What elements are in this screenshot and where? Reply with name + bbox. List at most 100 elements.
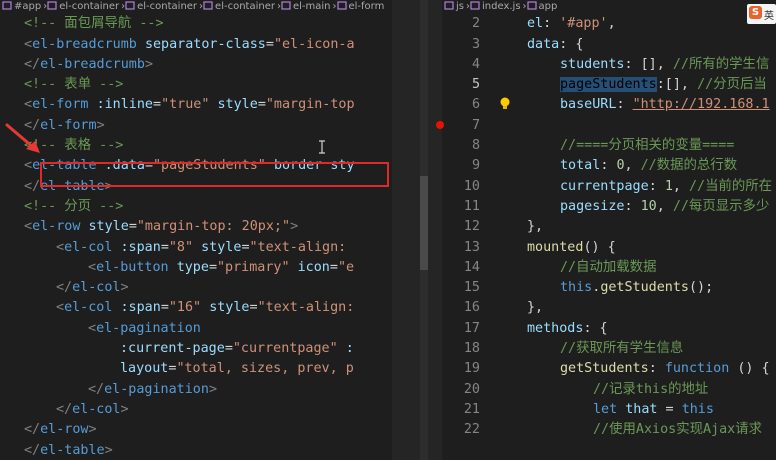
code-token: = (160, 239, 169, 255)
breadcrumb-item[interactable]: el-container (125, 0, 197, 14)
breadcrumb-item[interactable]: el-container (47, 0, 119, 14)
code-line[interactable]: </el-pagination> (0, 380, 392, 400)
line-number: 13 (463, 239, 480, 255)
code-token: currentpage (560, 178, 649, 194)
right-editor-pane[interactable]: 1const app = new Vue({2el: '#app',3data:… (442, 0, 776, 460)
code-line[interactable]: <!-- 表单 --> (0, 75, 392, 95)
ime-toolbar[interactable]: S 英 (747, 4, 776, 24)
code-line[interactable]: 10 currentpage: 1, //当前的所在 (442, 177, 776, 197)
left-editor-pane[interactable]: < el-main > <!-- 面包屑导航 --><el-breadcrumb se… (0, 0, 392, 460)
code-token: </ (56, 401, 73, 417)
left-code-area[interactable]: < el-main > <!-- 面包屑导航 --><el-breadcrumb se… (0, 0, 392, 460)
line-number: 14 (463, 259, 480, 275)
code-line[interactable]: 21 let that = this (442, 400, 776, 420)
element-tag-icon (2, 1, 12, 10)
code-line[interactable]: 17 methods: { (442, 319, 776, 339)
code-token: :span (120, 239, 161, 255)
code-line[interactable]: 14 //自动加载数据 (442, 258, 776, 278)
code-line[interactable]: <!-- 表格 --> (0, 136, 392, 156)
code-token: total (560, 158, 601, 174)
code-line[interactable]: layout="total, sizes, prev, p (0, 359, 392, 379)
code-line[interactable]: 13 mounted() { (442, 238, 776, 258)
ime-language-label[interactable]: 英 (764, 7, 774, 22)
code-line[interactable]: :current-page="currentpage" : (0, 339, 392, 359)
code-token: this (681, 401, 714, 417)
breadcrumb-item[interactable]: index.js (470, 0, 521, 14)
code-line[interactable]: 4 students: [], //所有的学生信 (442, 55, 776, 75)
code-line[interactable]: 11 pagesize: 10, //每页显示多少 (442, 197, 776, 217)
code-token: "currentpage" (232, 341, 338, 357)
code-token: el-form (40, 117, 97, 133)
code-token: < (88, 320, 97, 336)
code-line[interactable]: 2 el: '#app', (442, 14, 776, 34)
code-token: : { (559, 36, 584, 52)
code-line[interactable]: </el-col> (0, 400, 392, 420)
code-line[interactable]: <el-col :span="16" style="text-align: (0, 298, 392, 318)
code-token: //自动加载数据 (560, 259, 657, 275)
code-line[interactable]: 19 getStudents: function () { (442, 359, 776, 379)
code-token: 10 (640, 198, 657, 214)
code-line[interactable]: </el-breadcrumb> (0, 55, 392, 75)
code-token: "margin-top: 20px;" (136, 219, 291, 235)
code-line[interactable]: </el-row> (0, 420, 392, 440)
code-line[interactable]: 16}, (442, 298, 776, 318)
element-tag-icon (47, 1, 57, 10)
code-token: }, (527, 219, 544, 235)
code-line[interactable]: 5 pageStudents:[], //分页后当 (442, 75, 776, 95)
code-line[interactable]: <!-- 分页 --> (0, 197, 392, 217)
code-line[interactable]: <el-row style="margin-top: 20px;"> (0, 217, 392, 237)
breadcrumb-item[interactable]: el-form (336, 0, 384, 14)
breadcrumb-item[interactable]: el-main (281, 0, 331, 14)
breadcrumb-item[interactable]: app (526, 0, 557, 14)
right-code-area[interactable]: 1const app = new Vue({2el: '#app',3data:… (442, 0, 776, 441)
breadcrumb-item[interactable]: js (444, 0, 464, 14)
code-token: : (624, 198, 641, 214)
editor-split-divider[interactable] (392, 0, 442, 460)
code-token: "el-icon-a (273, 36, 355, 52)
code-line[interactable]: 15 this.getStudents(); (442, 278, 776, 298)
sogou-logo-icon: S (749, 6, 762, 19)
line-number: 9 (471, 158, 480, 174)
code-line[interactable]: <el-col :span="8" style="text-align: (0, 238, 392, 258)
breadcrumb-item[interactable]: el-container (203, 0, 275, 14)
code-line[interactable]: <el-button type="primary" icon="e (0, 258, 392, 278)
code-token: '#app' (559, 16, 608, 32)
code-token: </ (24, 178, 41, 194)
element-tag-icon (125, 1, 135, 10)
code-line[interactable]: </el-table> (0, 441, 392, 460)
code-token: 0 (616, 158, 625, 174)
code-line[interactable]: 6 baseURL: "http://192.168.1 (442, 95, 776, 115)
code-token: : [], (624, 56, 673, 72)
breadcrumb-item[interactable]: #app (2, 0, 41, 14)
code-token: = (329, 259, 338, 275)
code-line[interactable]: 22 //使用Axios实现Ajax请求 (442, 420, 776, 440)
code-line[interactable]: 20 //记录this的地址 (442, 380, 776, 400)
code-token: = (224, 341, 233, 357)
code-line[interactable]: <el-form :inline="true" style="margin-to… (0, 95, 392, 115)
code-token: style (209, 300, 250, 316)
code-line[interactable]: </el-col> (0, 278, 392, 298)
code-token: > (120, 401, 129, 417)
code-line[interactable]: 9 total: 0, //数据的总行数 (442, 156, 776, 176)
code-line[interactable]: 8 //====分页相关的变量==== (442, 136, 776, 156)
code-line[interactable]: <el-pagination (0, 319, 392, 339)
code-token: //每页显示多少 (672, 198, 770, 214)
breakpoint-dot[interactable] (436, 121, 444, 129)
breadcrumb-label: el-container (137, 1, 198, 12)
code-line[interactable]: 18 //获取所有学生信息 (442, 339, 776, 359)
code-line[interactable]: 3 data: { (442, 35, 776, 55)
scrollbar-thumb[interactable] (420, 176, 428, 270)
code-line[interactable]: </el-form> (0, 116, 392, 136)
code-token: > (208, 381, 217, 397)
code-line[interactable]: 12}, (442, 217, 776, 237)
code-token: = (160, 300, 169, 316)
code-line[interactable]: <!-- 面包屑导航 --> (0, 14, 392, 34)
line-number: 15 (463, 280, 480, 296)
lightbulb-icon[interactable] (499, 96, 511, 112)
code-line[interactable]: <el-breadcrumb separator-class="el-icon-… (0, 35, 392, 55)
code-token: < (56, 239, 65, 255)
code-line[interactable]: 7 (442, 116, 776, 136)
